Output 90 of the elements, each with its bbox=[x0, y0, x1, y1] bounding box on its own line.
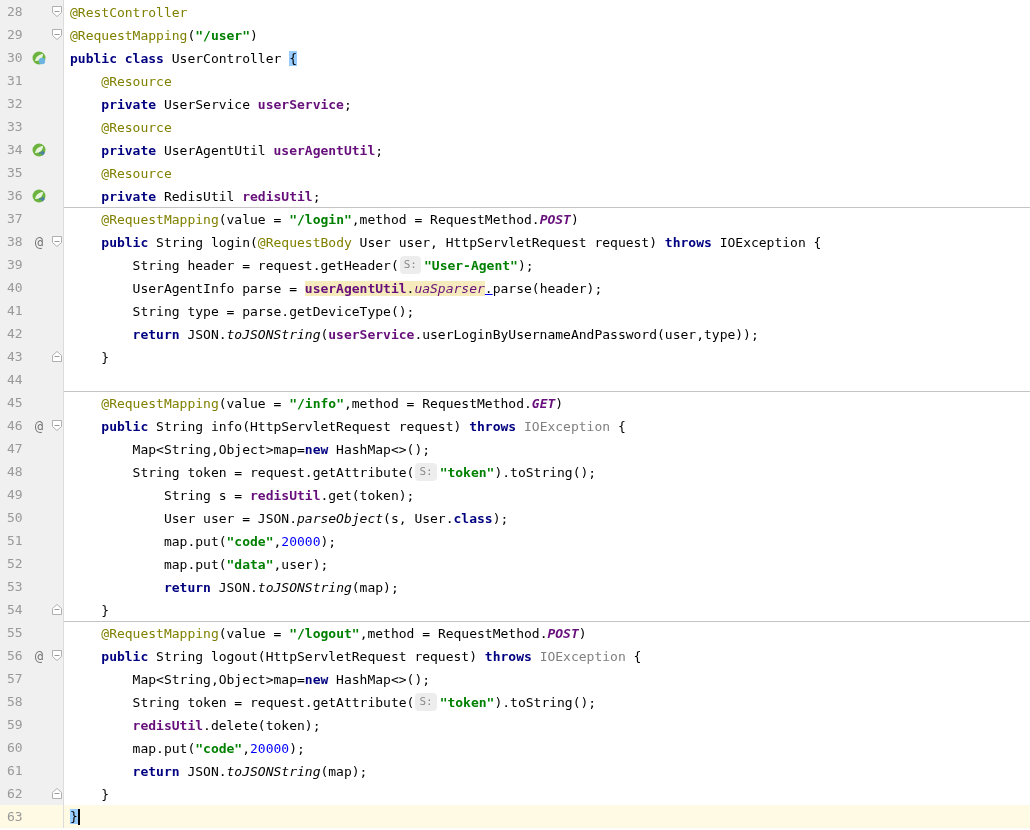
fold-marker-icon[interactable] bbox=[52, 788, 62, 799]
code-text: @RequestMapping(value = "/login",method = RequestMethod.POST) bbox=[100, 211, 579, 227]
code-text: } bbox=[100, 786, 110, 802]
line-number: 60 bbox=[6, 740, 24, 755]
leaf-badge-icon[interactable] bbox=[32, 50, 46, 65]
line-number: 59 bbox=[6, 717, 24, 732]
method-mapping-mark[interactable]: @ bbox=[34, 417, 44, 434]
line-number: 37 bbox=[6, 211, 24, 226]
line-number: 54 bbox=[6, 602, 24, 617]
fold-marker-icon[interactable] bbox=[52, 29, 62, 40]
code-text: public String info(HttpServletRequest request) throws IOException { bbox=[100, 418, 626, 434]
code-text: @RequestMapping(value = "/info",method = RequestMethod.GET) bbox=[100, 395, 564, 411]
line-number: 30 bbox=[6, 50, 24, 65]
code-text: String type = parse.getDeviceType(); bbox=[131, 303, 415, 319]
code-text: map.put("data",user); bbox=[162, 556, 329, 572]
line-number: 31 bbox=[6, 73, 24, 88]
method-mapping-mark[interactable]: @ bbox=[34, 233, 44, 250]
line-number: 50 bbox=[6, 510, 24, 525]
code-text: Map<String,Object>map=new HashMap<>(); bbox=[131, 671, 431, 687]
line-number: 57 bbox=[6, 671, 24, 686]
code-text: User user = JSON.parseObject(s, User.class); bbox=[162, 510, 509, 526]
line-number: 55 bbox=[6, 625, 24, 640]
fold-marker-icon[interactable] bbox=[52, 604, 62, 615]
line-number: 47 bbox=[6, 441, 24, 456]
line-number: 58 bbox=[6, 694, 24, 709]
code-text: UserAgentInfo parse = userAgentUtil.uaSparser.parse(header); bbox=[131, 280, 603, 296]
code-text: return JSON.toJSONString(map); bbox=[162, 579, 399, 595]
line-number: 63 bbox=[6, 809, 24, 824]
fold-marker-icon[interactable] bbox=[52, 650, 62, 661]
line-number: 48 bbox=[6, 464, 24, 479]
line-number: 45 bbox=[6, 395, 24, 410]
line-number: 46 bbox=[6, 418, 24, 433]
code-text: private UserService userService; bbox=[100, 96, 352, 112]
line-number: 56 bbox=[6, 648, 24, 663]
fold-marker-icon[interactable] bbox=[52, 236, 62, 247]
code-text: String token = request.getAttribute( bbox=[131, 464, 415, 480]
line-number: 61 bbox=[6, 763, 24, 778]
code-text: String header = request.getHeader( bbox=[131, 257, 399, 273]
code-text: return JSON.toJSONString(userService.userLoginByUsernameAndPassword(user,type)); bbox=[131, 326, 759, 342]
code-text: "User-Agent"); bbox=[424, 257, 534, 273]
code-text: redisUtil.delete(token); bbox=[131, 717, 321, 733]
parameter-hint: S: bbox=[399, 256, 421, 274]
line-number: 62 bbox=[6, 786, 24, 801]
code-text: map.put("code",20000); bbox=[131, 740, 305, 756]
code-text: @Resource bbox=[100, 119, 172, 135]
code-text: "token").toString(); bbox=[439, 464, 597, 480]
code-text: @Resource bbox=[100, 73, 172, 89]
line-number: 43 bbox=[6, 349, 24, 364]
line-number: 44 bbox=[6, 372, 24, 387]
parameter-hint: S: bbox=[415, 693, 437, 711]
line-number: 36 bbox=[6, 188, 24, 203]
code-text: return JSON.toJSONString(map); bbox=[131, 763, 368, 779]
fold-marker-icon[interactable] bbox=[52, 351, 62, 362]
code-text: } bbox=[100, 602, 110, 618]
code-text: } bbox=[70, 808, 80, 826]
line-number: 49 bbox=[6, 487, 24, 502]
code-text: public String login(@RequestBody User user, HttpServletRequest request) throws IOException { bbox=[100, 234, 822, 250]
method-mapping-mark[interactable]: @ bbox=[34, 647, 44, 664]
fold-marker-icon[interactable] bbox=[52, 6, 62, 17]
line-number: 39 bbox=[6, 257, 24, 272]
code-text: "token").toString(); bbox=[439, 694, 597, 710]
line-number: 42 bbox=[6, 326, 24, 341]
line-number: 51 bbox=[6, 533, 24, 548]
line-number: 34 bbox=[6, 142, 24, 157]
line-number: 53 bbox=[6, 579, 24, 594]
code-text: @RestController bbox=[70, 4, 188, 20]
line-number: 33 bbox=[6, 119, 24, 134]
line-number: 29 bbox=[6, 27, 24, 42]
line-number: 38 bbox=[6, 234, 24, 249]
code-editor[interactable] bbox=[0, 0, 1030, 828]
code-text: public String logout(HttpServletRequest request) throws IOException { bbox=[100, 648, 642, 664]
line-number: 32 bbox=[6, 96, 24, 111]
code-text: Map<String,Object>map=new HashMap<>(); bbox=[131, 441, 431, 457]
line-number: 40 bbox=[6, 280, 24, 295]
line-number: 41 bbox=[6, 303, 24, 318]
code-text: public class UserController { bbox=[70, 50, 297, 66]
line-number: 52 bbox=[6, 556, 24, 571]
code-text: String token = request.getAttribute( bbox=[131, 694, 415, 710]
code-text: @RequestMapping(value = "/logout",method = RequestMethod.POST) bbox=[100, 625, 587, 641]
code-text: private RedisUtil redisUtil; bbox=[100, 188, 321, 204]
code-text: String s = redisUtil.get(token); bbox=[162, 487, 415, 503]
code-text: private UserAgentUtil userAgentUtil; bbox=[100, 142, 384, 158]
code-text: @Resource bbox=[100, 165, 172, 181]
line-number: 35 bbox=[6, 165, 24, 180]
parameter-hint: S: bbox=[415, 463, 437, 481]
line-number: 28 bbox=[6, 4, 24, 19]
fold-marker-icon[interactable] bbox=[52, 420, 62, 431]
code-text: map.put("code",20000); bbox=[162, 533, 337, 549]
code-text: } bbox=[100, 349, 110, 365]
code-text: @RequestMapping("/user") bbox=[70, 27, 258, 43]
